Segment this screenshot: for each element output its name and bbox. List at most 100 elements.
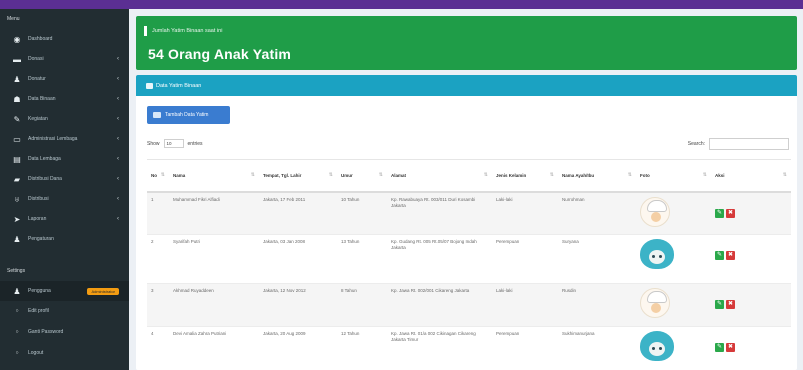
sidebar-subitem-label: Logout (28, 350, 44, 356)
column-header[interactable]: Jenis Kelamin ⇅ (492, 159, 558, 193)
dashboard-icon: ◉ (13, 34, 21, 44)
chevron-left-icon: ‹ (117, 176, 119, 182)
column-header[interactable]: Nama ⇅ (169, 159, 259, 193)
sort-icon: ⇅ (483, 172, 488, 179)
child-photo (640, 239, 674, 269)
sort-icon: ⇅ (160, 172, 165, 179)
sidebar-item-data-lembaga[interactable]: ▤ Data Lembaga ‹ (0, 149, 129, 169)
sidebar-item-pengguna[interactable]: ♟ Pengguna Administrator (0, 281, 129, 301)
cup-icon: ♅ (14, 194, 20, 204)
sidebar-item-donatur[interactable]: ♟ Donatur ‹ (0, 69, 129, 89)
cell-no: 3 (147, 283, 169, 327)
cell-alamat: Kp. Gudang Rt. 005 Rt.05/07 Bojong Indah… (387, 234, 492, 284)
column-header[interactable]: Nama Ayah/Ibu ⇅ (558, 159, 636, 193)
sidebar-subitem-edit-profil[interactable]: ○ Edit profil (0, 301, 129, 321)
callout-count: 54 Orang Anak Yatim (148, 46, 292, 62)
sidebar-subitem-logout[interactable]: ○ Logout (0, 343, 129, 363)
chevron-left-icon: ‹ (117, 56, 119, 62)
cell-foto (636, 283, 711, 327)
circle-icon: ○ (15, 308, 19, 314)
cell-aksi: ✎ ✖ (711, 191, 791, 235)
cell-no: 1 (147, 191, 169, 235)
cell-nama: Akhmad Ruyaddeen (169, 283, 259, 327)
brush-icon: ✎ (13, 114, 21, 124)
circle-icon: ○ (15, 329, 19, 335)
yatim-count-callout: Jumlah Yatim Binaan saat ini 54 Orang An… (136, 16, 797, 70)
cell-ortu: Nurrohman (558, 191, 636, 235)
sidebar-item-label: Distribusi Dana (28, 176, 62, 182)
column-header[interactable]: Aksi ⇅ (711, 159, 791, 193)
sidebar-subitem-ganti-password[interactable]: ○ Ganti Password (0, 322, 129, 342)
column-header[interactable]: Foto ⇅ (636, 159, 711, 193)
add-icon (153, 112, 161, 118)
sidebar-item-data-binaan[interactable]: ☗ Data Binaan ‹ (0, 89, 129, 109)
sidebar-item-administrasi-lembaga[interactable]: ▭ Administrasi Lembaga ‹ (0, 129, 129, 149)
sidebar-item-label: Donasi (28, 56, 44, 62)
car-icon: ▰ (13, 174, 21, 184)
column-header[interactable]: Tempat, Tgl. Lahir ⇅ (259, 159, 337, 193)
cell-aksi: ✎ ✖ (711, 326, 791, 370)
edit-button[interactable]: ✎ (715, 343, 724, 352)
table-icon (146, 82, 153, 89)
card-icon: ▬ (13, 54, 21, 64)
add-yatim-button[interactable]: Tambah Data Yatim (147, 106, 230, 124)
sidebar-item-kegiatan[interactable]: ✎ Kegiatan ‹ (0, 109, 129, 129)
panel-header: Data Yatim Binaan (136, 75, 797, 96)
child-photo (640, 196, 670, 227)
monitor-icon: ▭ (13, 134, 21, 144)
cell-aksi: ✎ ✖ (711, 234, 791, 284)
table-row: 2 Syarifah Putri Jakarta, 03 Jan 2008 13 Ta… (147, 234, 791, 284)
sidebar-item-pengaturan[interactable]: ♟ Pengaturan (0, 229, 129, 249)
delete-button[interactable]: ✖ (726, 208, 735, 218)
cell-alamat: Kp. Rawabuaya Rt. 003/011 Duri Kosambi J… (387, 191, 492, 235)
sidebar-item-label: Administrasi Lembaga (28, 136, 78, 142)
cell-foto (636, 326, 711, 370)
cell-ortu: Suryana (558, 234, 636, 284)
sidebar-item-donasi[interactable]: ▬ Donasi ‹ (0, 49, 129, 69)
cell-ttl: Jakarta, 20 Aug 2009 (259, 326, 337, 370)
top-accent-bar (0, 0, 803, 9)
cell-alamat: Kp. Jawa Rt. 002/001 Cikareng Jakarta (387, 283, 492, 327)
entries-label: entries (187, 140, 203, 147)
cell-alamat: Kp. Jawa Rt. 01/a 002 Cikinagan Cikareng… (387, 326, 492, 370)
delete-button[interactable]: ✖ (726, 343, 735, 352)
sort-icon: ⇅ (250, 172, 255, 179)
send-icon: ➤ (13, 214, 21, 224)
sidebar-subitem-label: Edit profil (28, 308, 49, 314)
delete-button[interactable]: ✖ (726, 251, 735, 260)
sidebar-item-label: Distribusi (28, 196, 49, 202)
entries-select[interactable]: 10 (163, 139, 184, 148)
column-header[interactable]: No ⇅ (147, 159, 169, 193)
sidebar-header: Menu (7, 16, 20, 22)
table-row: 4 Devi Amalia Zahra Putriani Jakarta, 20 A… (147, 326, 791, 370)
info-bar-icon (144, 26, 147, 36)
cell-ttl: Jakarta, 12 Nov 2012 (259, 283, 337, 327)
edit-button[interactable]: ✎ (715, 300, 724, 309)
cell-jk: Laki-laki (492, 283, 558, 327)
show-label: Show (147, 140, 160, 147)
cell-ttl: Jakarta, 17 Feb 2011 (259, 191, 337, 235)
delete-button[interactable]: ✖ (726, 300, 735, 309)
sidebar-item-label: Data Binaan (28, 96, 56, 102)
sidebar-item-laporan[interactable]: ➤ Laporan ‹ (0, 209, 129, 229)
cell-umur: 8 Tahun (337, 283, 387, 327)
cell-umur: 10 Tahun (337, 191, 387, 235)
edit-button[interactable]: ✎ (715, 208, 724, 218)
column-header[interactable]: Alamat ⇅ (387, 159, 492, 193)
sidebar-item-label: Pengaturan (28, 236, 54, 242)
sidebar-item-distribusi[interactable]: ♅ Distribusi ‹ (0, 189, 129, 209)
chevron-left-icon: ‹ (117, 156, 119, 162)
user-icon: ♟ (13, 74, 21, 84)
edit-button[interactable]: ✎ (715, 251, 724, 260)
column-header[interactable]: Umur ⇅ (337, 159, 387, 193)
sidebar-item-distribusi-dana[interactable]: ▰ Distribusi Dana ‹ (0, 169, 129, 189)
chevron-left-icon: ‹ (117, 96, 119, 102)
cell-no: 4 (147, 326, 169, 370)
sidebar-item-dashboard[interactable]: ◉ Dashboard (0, 29, 129, 49)
sidebar-subitem-label: Ganti Password (28, 329, 64, 335)
sidebar-item-label: Data Lembaga (28, 156, 61, 162)
chevron-left-icon: ‹ (117, 136, 119, 142)
search-input[interactable] (709, 138, 789, 150)
child-photo (640, 288, 670, 318)
book-icon: ▤ (13, 154, 21, 164)
